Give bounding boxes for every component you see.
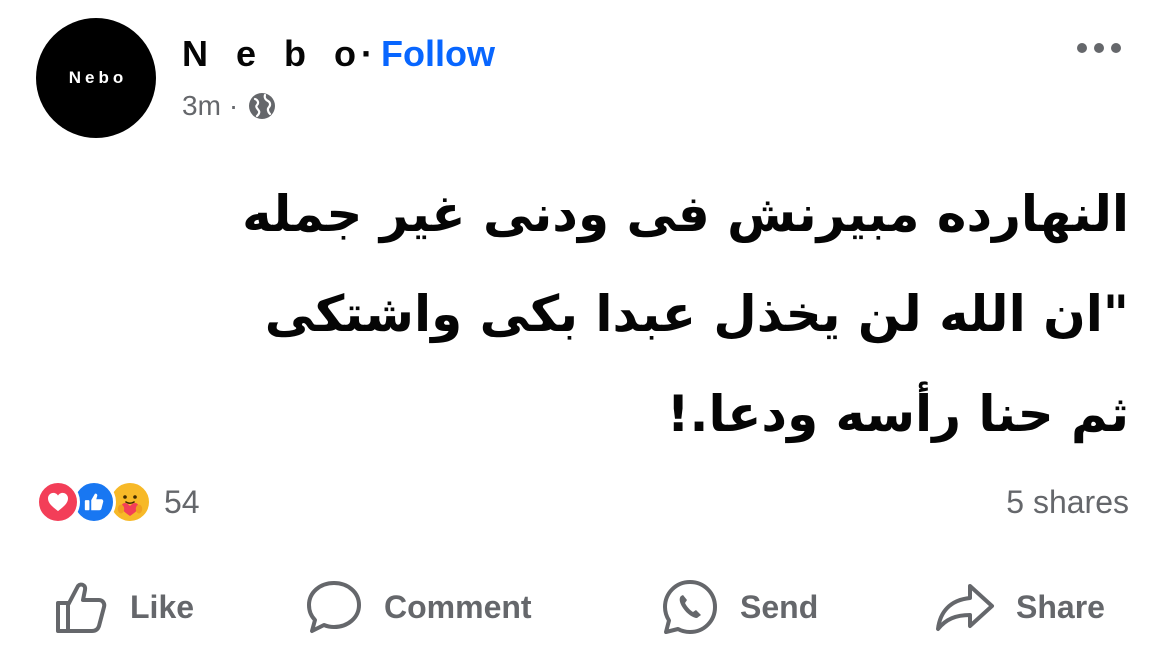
more-options-icon[interactable] — [1069, 30, 1129, 66]
share-icon — [934, 578, 996, 636]
share-button[interactable]: Share — [934, 572, 1105, 642]
post-text-line: "ان الله لن يخذل عبدا بكى واشتكى — [264, 285, 1129, 343]
author-name[interactable]: N e b o — [182, 33, 365, 75]
facebook-post: Nebo N e b o · Follow 3m · النهارده مبير… — [0, 0, 1169, 656]
like-icon — [52, 578, 110, 636]
avatar-logo-text: Nebo — [68, 68, 128, 87]
comment-button[interactable]: Comment — [304, 572, 532, 642]
globe-icon[interactable] — [246, 90, 278, 122]
name-separator: · — [361, 33, 374, 74]
like-button[interactable]: Like — [52, 572, 194, 642]
like-label: Like — [130, 588, 195, 625]
reactions-summary[interactable]: 54 — [36, 478, 200, 526]
shares-count[interactable]: 5 shares — [1006, 478, 1129, 526]
follow-button[interactable]: Follow — [381, 33, 495, 75]
timestamp[interactable]: 3m — [182, 90, 221, 122]
avatar[interactable]: Nebo — [36, 18, 156, 138]
post-text-line: النهارده مبيرنش فى ودنى غير جمله — [242, 185, 1129, 243]
love-icon — [36, 480, 80, 524]
post-text: النهارده مبيرنش فى ودنى غير جمله "ان الل… — [29, 164, 1129, 464]
reaction-count: 54 — [164, 483, 200, 520]
share-label: Share — [1016, 588, 1105, 625]
post-header: N e b o · Follow — [182, 30, 495, 78]
meta-separator: · — [228, 90, 239, 121]
comment-label: Comment — [384, 588, 532, 625]
send-label: Send — [740, 588, 819, 625]
post-meta: 3m · — [182, 88, 278, 124]
action-bar: Like Comment Send Share — [0, 572, 1169, 642]
send-button[interactable]: Send — [660, 572, 818, 642]
send-icon — [660, 578, 720, 636]
post-text-line: ثم حنا رأسه ودعا.! — [666, 385, 1129, 443]
comment-icon — [304, 578, 364, 636]
